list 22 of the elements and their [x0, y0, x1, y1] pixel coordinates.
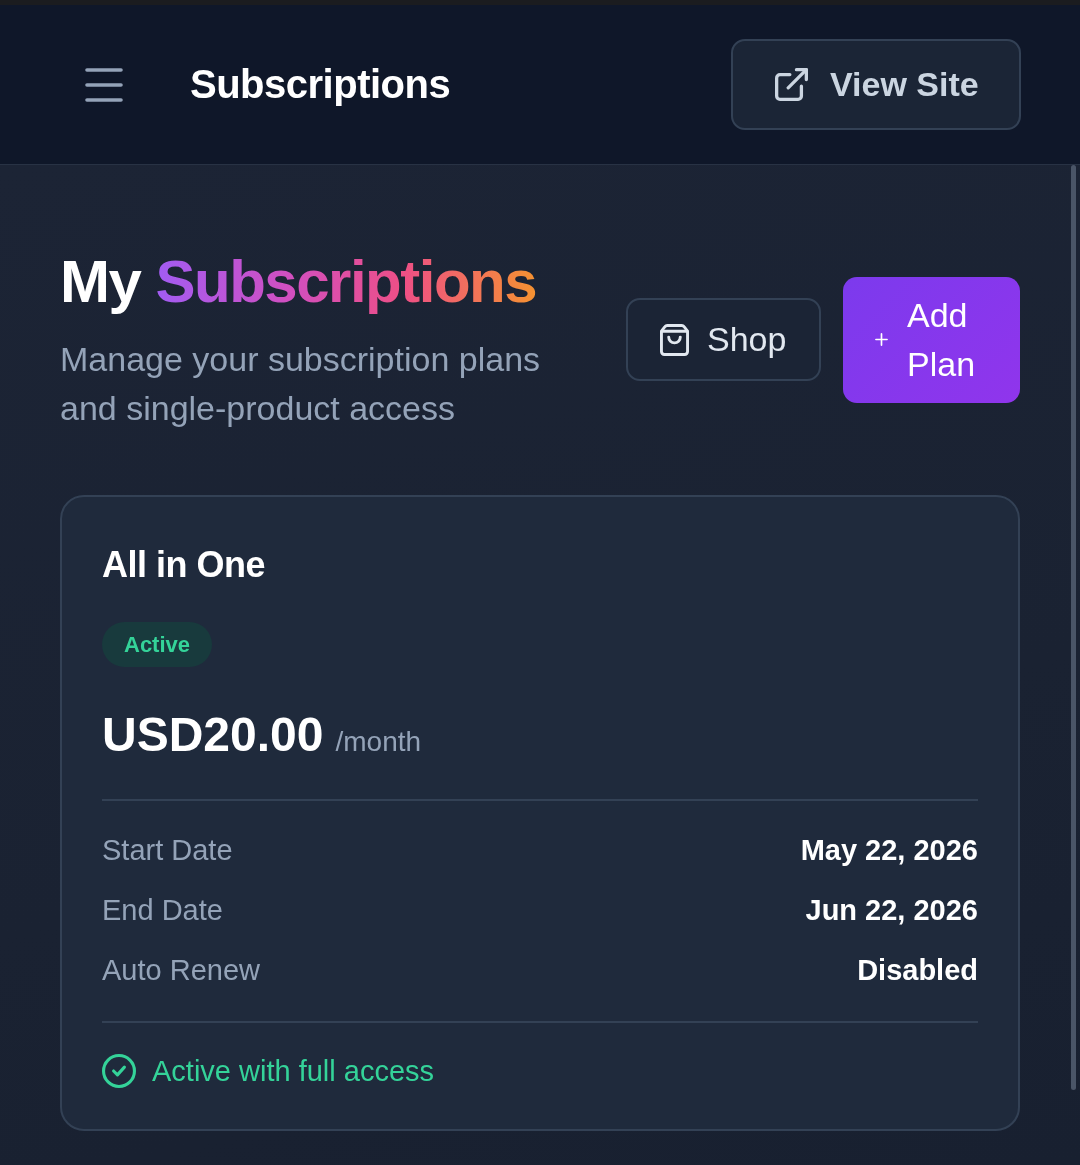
detail-value: Disabled — [857, 953, 978, 987]
shopping-bag-icon — [660, 323, 689, 356]
detail-value: Jun 22, 2026 — [805, 893, 978, 927]
check-circle-icon — [102, 1054, 136, 1088]
detail-label: Start Date — [102, 833, 233, 867]
detail-label: End Date — [102, 893, 223, 927]
page-subtitle: Manage your subscription plans and single-product access — [60, 339, 542, 429]
scrollbar-thumb[interactable] — [1071, 165, 1076, 1090]
detail-value: May 22, 2026 — [800, 833, 978, 867]
page-title: Subscriptions — [190, 62, 451, 107]
view-site-button[interactable]: View Site — [731, 39, 1021, 130]
detail-label: Auto Renew — [102, 953, 260, 987]
status-badge: Active — [102, 622, 213, 667]
billing-period: /month — [335, 726, 422, 758]
plus-icon — [875, 333, 888, 346]
access-status-text: Active with full access — [152, 1054, 435, 1089]
plan-name: All in One — [102, 543, 266, 587]
external-link-icon — [775, 68, 808, 101]
add-plan-button[interactable]: Add Plan — [843, 276, 1020, 403]
shop-button[interactable]: Shop — [626, 298, 821, 381]
plan-price: USD20.00 — [102, 707, 324, 763]
menu-icon[interactable] — [85, 67, 123, 102]
